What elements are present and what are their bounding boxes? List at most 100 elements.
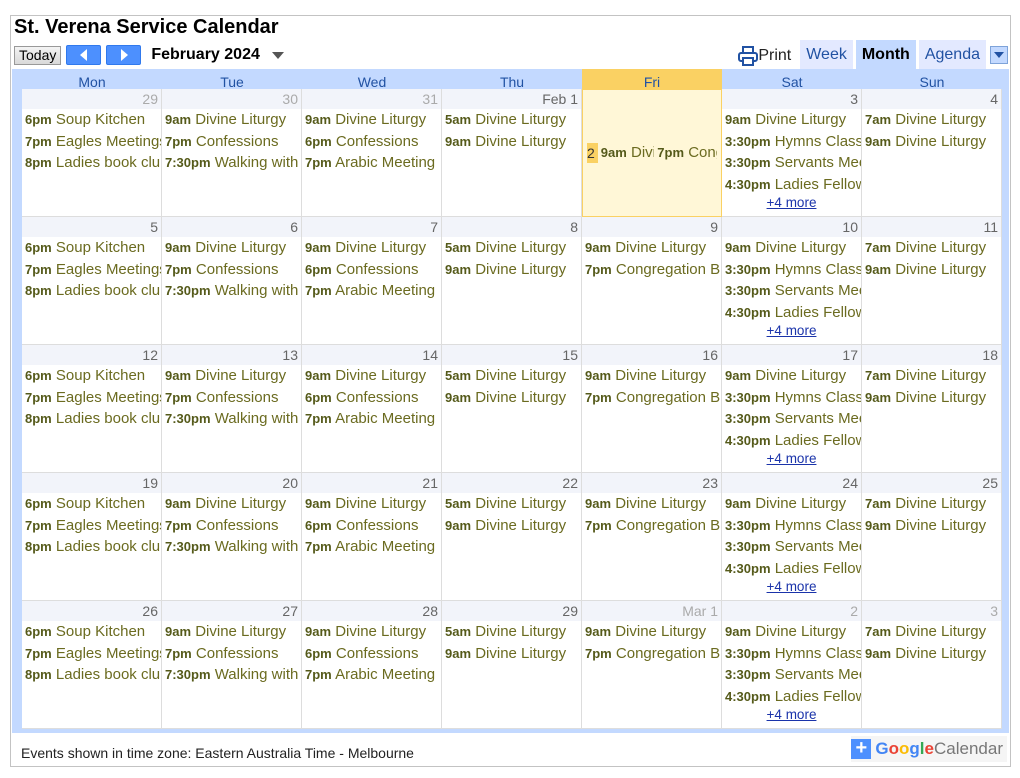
- event-item[interactable]: 9am Divine Liturgy: [442, 643, 581, 665]
- day-number[interactable]: 3: [862, 601, 1001, 621]
- event-item[interactable]: 9am Divine Liturgy: [862, 387, 1001, 409]
- event-item[interactable]: 3:30pm Servants Meeting: [722, 408, 861, 430]
- day-number[interactable]: 19: [22, 473, 161, 493]
- event-item[interactable]: 7pm Congregation B: [582, 515, 721, 537]
- event-item[interactable]: 7am Divine Liturgy: [862, 621, 1001, 643]
- event-item[interactable]: 7pm Eagles Meetings: [22, 643, 161, 665]
- event-item[interactable]: 3:30pm Servants Meeting: [722, 664, 861, 686]
- day-number[interactable]: 13: [162, 345, 301, 365]
- day-number[interactable]: 22: [442, 473, 581, 493]
- event-item[interactable]: 9am Divine Liturgy: [582, 365, 721, 387]
- day-number[interactable]: 21: [302, 473, 441, 493]
- event-item[interactable]: 9am Divine Liturgy: [442, 387, 581, 409]
- event-item[interactable]: 9am Divine Liturgy: [582, 237, 721, 259]
- day-cell[interactable]: 17 9am Divine Liturgy 3:30pm Hymns Class 3:…: [722, 345, 862, 473]
- event-item[interactable]: 4:30pm Ladies Fellowship: [722, 430, 861, 452]
- day-cell[interactable]: 20 9am Divine Liturgy 7pm Confessions 7:30p…: [162, 473, 302, 601]
- day-number[interactable]: Mar 1: [582, 601, 721, 621]
- event-item[interactable]: 6pm Soup Kitchen: [22, 237, 161, 259]
- day-number[interactable]: 10: [722, 217, 861, 237]
- more-events-link[interactable]: +4 more: [722, 451, 861, 466]
- day-cell[interactable]: 11 7am Divine Liturgy 9am Divine Liturgy: [862, 217, 1002, 345]
- event-item[interactable]: 9am Divine Liturgy: [582, 493, 721, 515]
- day-cell[interactable]: 25 7am Divine Liturgy 9am Divine Liturgy: [862, 473, 1002, 601]
- event-item[interactable]: 9am Divine Liturgy: [162, 237, 301, 259]
- day-cell[interactable]: 29 6pm Soup Kitchen 7pm Eagles Meetings 8pm…: [22, 89, 162, 217]
- event-item[interactable]: 9am Divine Liturgy: [722, 237, 861, 259]
- event-item[interactable]: 5am Divine Liturgy: [442, 493, 581, 515]
- event-item[interactable]: 7am Divine Liturgy: [862, 365, 1001, 387]
- day-cell[interactable]: 9 9am Divine Liturgy 7pm Congregation B: [582, 217, 722, 345]
- day-number[interactable]: 17: [722, 345, 861, 365]
- event-item[interactable]: 6pm Soup Kitchen: [22, 621, 161, 643]
- day-number[interactable]: 18: [862, 345, 1001, 365]
- day-cell[interactable]: 30 9am Divine Liturgy 7pm Confessions 7:30p…: [162, 89, 302, 217]
- tab-month[interactable]: Month: [855, 40, 916, 70]
- day-cell[interactable]: 23 9am Divine Liturgy 7pm Congregation B: [582, 473, 722, 601]
- event-item[interactable]: 6pm Confessions: [302, 515, 441, 537]
- day-number[interactable]: 24: [722, 473, 861, 493]
- event-item[interactable]: 6pm Confessions: [302, 387, 441, 409]
- event-item[interactable]: 6pm Soup Kitchen: [22, 493, 161, 515]
- event-item[interactable]: 7pm Confessions: [162, 259, 301, 281]
- day-cell[interactable]: 3 7am Divine Liturgy 9am Divine Liturgy: [862, 601, 1002, 729]
- day-number[interactable]: 7: [302, 217, 441, 237]
- day-number[interactable]: 12: [22, 345, 161, 365]
- day-number[interactable]: 31: [302, 89, 441, 109]
- day-number[interactable]: 5: [22, 217, 161, 237]
- day-cell[interactable]: 6 9am Divine Liturgy 7pm Confessions 7:30pm…: [162, 217, 302, 345]
- day-cell[interactable]: 4 7am Divine Liturgy 9am Divine Liturgy: [862, 89, 1002, 217]
- event-item[interactable]: 7:30pm Walking with: [162, 152, 301, 174]
- day-cell[interactable]: 16 9am Divine Liturgy 7pm Congregation B: [582, 345, 722, 473]
- event-item[interactable]: 3:30pm Hymns Class: [722, 643, 861, 665]
- day-cell[interactable]: 3 9am Divine Liturgy 3:30pm Hymns Class 3:3…: [722, 89, 862, 217]
- day-cell[interactable]: 19 6pm Soup Kitchen 7pm Eagles Meetings 8pm…: [22, 473, 162, 601]
- day-number[interactable]: 11: [862, 217, 1001, 237]
- day-cell[interactable]: 8 5am Divine Liturgy 9am Divine Liturgy: [442, 217, 582, 345]
- event-item[interactable]: 3:30pm Hymns Class: [722, 387, 861, 409]
- event-item[interactable]: 7pm Arabic Meeting: [302, 664, 441, 686]
- event-item[interactable]: 7pm Arabic Meeting: [302, 152, 441, 174]
- event-item[interactable]: 7:30pm Walking with: [162, 280, 301, 302]
- event-item[interactable]: 6pm Confessions: [302, 131, 441, 153]
- view-menu-button[interactable]: [990, 46, 1008, 64]
- event-item[interactable]: 3:30pm Servants Meeting: [722, 152, 861, 174]
- event-item[interactable]: 9am Divine Liturgy: [302, 109, 441, 131]
- day-cell[interactable]: 14 9am Divine Liturgy 6pm Confessions 7pm A…: [302, 345, 442, 473]
- event-item[interactable]: 5am Divine Liturgy: [442, 365, 581, 387]
- event-item[interactable]: 7pm Arabic Meeting: [302, 408, 441, 430]
- day-cell[interactable]: 27 9am Divine Liturgy 7pm Confessions 7:30p…: [162, 601, 302, 729]
- event-item[interactable]: 6pm Soup Kitchen: [22, 365, 161, 387]
- event-item[interactable]: 7pm Confessions: [162, 515, 301, 537]
- day-cell[interactable]: 5 6pm Soup Kitchen 7pm Eagles Meetings 8pm …: [22, 217, 162, 345]
- event-item[interactable]: 7pm Congregation B: [582, 259, 721, 281]
- day-cell[interactable]: 29am Divine Liturgy7pm Congregation B: [582, 89, 722, 217]
- event-item[interactable]: 7pm Congregation B: [582, 387, 721, 409]
- event-item[interactable]: 5am Divine Liturgy: [442, 109, 581, 131]
- event-item[interactable]: 9am Divine Liturgy: [862, 259, 1001, 281]
- event-item[interactable]: 8pm Ladies book club: [22, 152, 161, 174]
- google-calendar-button[interactable]: + Google Calendar: [851, 736, 1007, 762]
- day-number[interactable]: 2: [722, 601, 861, 621]
- event-item[interactable]: 9am Divine Liturgy: [598, 142, 654, 164]
- event-item[interactable]: 9am Divine Liturgy: [302, 237, 441, 259]
- tab-week[interactable]: Week: [800, 40, 853, 70]
- day-cell[interactable]: 28 9am Divine Liturgy 6pm Confessions 7pm A…: [302, 601, 442, 729]
- day-number[interactable]: 3: [722, 89, 861, 109]
- day-cell[interactable]: 12 6pm Soup Kitchen 7pm Eagles Meetings 8pm…: [22, 345, 162, 473]
- day-number[interactable]: 25: [862, 473, 1001, 493]
- event-item[interactable]: 9am Divine Liturgy: [442, 515, 581, 537]
- day-cell[interactable]: 10 9am Divine Liturgy 3:30pm Hymns Class 3:…: [722, 217, 862, 345]
- event-item[interactable]: 9am Divine Liturgy: [162, 109, 301, 131]
- day-cell[interactable]: 13 9am Divine Liturgy 7pm Confessions 7:30p…: [162, 345, 302, 473]
- event-item[interactable]: 9am Divine Liturgy: [302, 365, 441, 387]
- event-item[interactable]: 3:30pm Hymns Class: [722, 259, 861, 281]
- event-item[interactable]: 9am Divine Liturgy: [302, 621, 441, 643]
- day-cell[interactable]: 21 9am Divine Liturgy 6pm Confessions 7pm A…: [302, 473, 442, 601]
- event-item[interactable]: 6pm Soup Kitchen: [22, 109, 161, 131]
- day-number[interactable]: 28: [302, 601, 441, 621]
- event-item[interactable]: 8pm Ladies book club: [22, 408, 161, 430]
- day-cell[interactable]: 7 9am Divine Liturgy 6pm Confessions 7pm Ar…: [302, 217, 442, 345]
- day-cell[interactable]: 31 9am Divine Liturgy 6pm Confessions 7pm A…: [302, 89, 442, 217]
- print-button[interactable]: Print: [738, 42, 791, 70]
